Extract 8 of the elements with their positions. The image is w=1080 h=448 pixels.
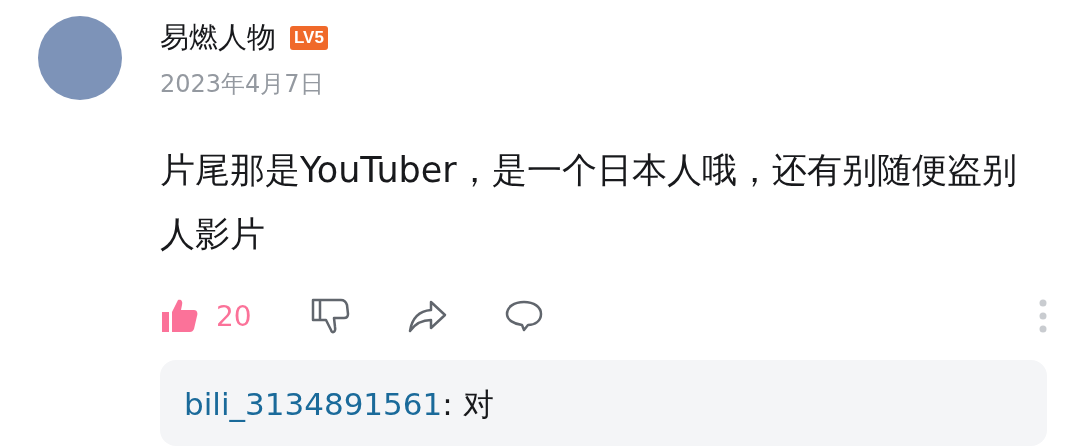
username[interactable]: 易燃人物 — [160, 18, 276, 58]
reply-text: : 对 — [442, 386, 494, 422]
level-badge: LV5 — [290, 26, 328, 50]
reply-username[interactable]: bili_3134891561 — [184, 386, 443, 422]
comment-date: 2023年4月7日 — [160, 69, 325, 100]
like-count: 20 — [216, 299, 252, 333]
thumbs-down-icon[interactable] — [310, 296, 350, 336]
comment-text: 片尾那是YouTuber，是一个日本人哦，还有别随便盗别人影片 — [160, 149, 1018, 256]
